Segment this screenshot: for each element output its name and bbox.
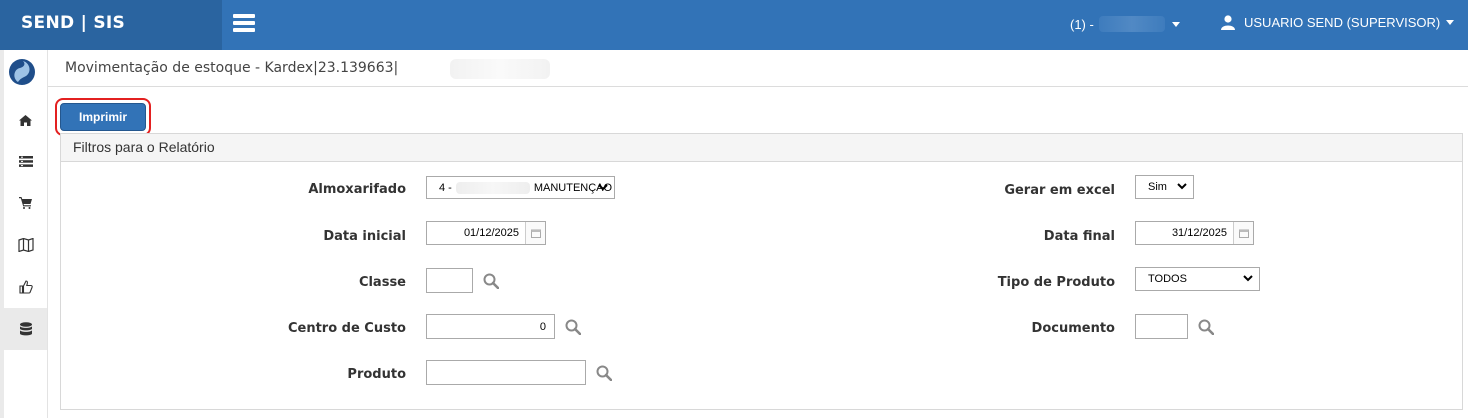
data-final-label: Data final [1043,229,1115,244]
chevron-down-icon [598,184,608,191]
sidebar-item-thumbs[interactable] [4,266,47,308]
data-inicial-value: 01/12/2025 [463,227,519,239]
calendar-icon[interactable] [525,222,545,244]
user-name: USUARIO SEND (SUPERVISOR) [1244,15,1441,30]
tipo-produto-select[interactable]: TODOS [1135,267,1260,291]
data-inicial-field[interactable]: 01/12/2025 [426,221,546,245]
page-header: Movimentação de estoque - Kardex|23.1396… [48,50,1468,87]
search-icon[interactable] [596,365,612,381]
almoxarifado-select[interactable]: 4 - MANUTENÇAO [426,176,615,199]
map-icon [17,238,34,252]
search-icon[interactable] [565,319,581,335]
home-icon [19,114,32,126]
redacted-unit-name [1098,16,1165,32]
tipo-produto-label: Tipo de Produto [997,275,1115,290]
sidebar [0,50,48,418]
data-final-field[interactable]: 31/12/2025 [1135,221,1254,245]
produto-input[interactable] [426,360,586,385]
sidebar-item-home[interactable] [4,99,47,141]
sidebar-item-database[interactable] [4,308,47,350]
search-icon[interactable] [483,273,499,289]
sidebar-item-map[interactable] [4,224,47,266]
data-final-value: 31/12/2025 [1171,227,1227,239]
caret-down-icon [1446,20,1455,25]
almoxarifado-label: Almoxarifado [308,182,406,197]
list-icon [18,155,33,167]
centro-custo-label: Centro de Custo [287,321,406,336]
database-icon [19,322,32,336]
sidebar-item-list[interactable] [4,140,47,182]
documento-label: Documento [1031,321,1115,336]
redacted-title-part [450,59,550,79]
documento-input[interactable] [1135,314,1188,339]
filters-panel-title: Filtros para o Relatório [61,134,1462,162]
menu-toggle-icon[interactable] [233,14,255,32]
data-inicial-label: Data inicial [323,229,406,244]
unit-selector[interactable]: (1) - [1070,16,1180,32]
chevron-down-icon [1243,275,1253,282]
page-title: Movimentação de estoque - Kardex|23.1396… [65,60,399,76]
gerar-excel-value: Sim [1148,181,1167,193]
user-menu[interactable]: USUARIO SEND (SUPERVISOR) [1221,15,1455,30]
highlight-ring: Imprimir [55,98,151,136]
unit-selector-label: (1) - [1070,16,1094,32]
search-icon[interactable] [1198,319,1214,335]
gerar-excel-label: Gerar em excel [1004,183,1115,198]
redacted-almoxarifado [455,181,530,194]
app-logo-icon [9,59,35,85]
produto-label: Produto [347,367,406,382]
classe-label: Classe [358,275,406,290]
gerar-excel-select[interactable]: Sim [1135,175,1194,199]
print-button[interactable]: Imprimir [60,103,146,131]
calendar-icon[interactable] [1233,222,1253,244]
brand-logo[interactable]: SEND | SIS [0,0,222,50]
caret-down-icon [1171,21,1180,27]
centro-custo-input[interactable]: 0 [426,314,555,339]
tipo-produto-value: TODOS [1148,273,1187,285]
chevron-down-icon [1177,183,1187,190]
almoxarifado-prefix: 4 - [439,181,452,194]
thumbs-up-icon [18,280,33,294]
sidebar-item-cart[interactable] [4,182,47,224]
classe-input[interactable] [426,268,473,293]
user-icon [1221,15,1235,30]
cart-icon [19,197,32,209]
top-navbar: SEND | SIS (1) - USUARIO SEND (SUPERVISO… [0,0,1468,50]
